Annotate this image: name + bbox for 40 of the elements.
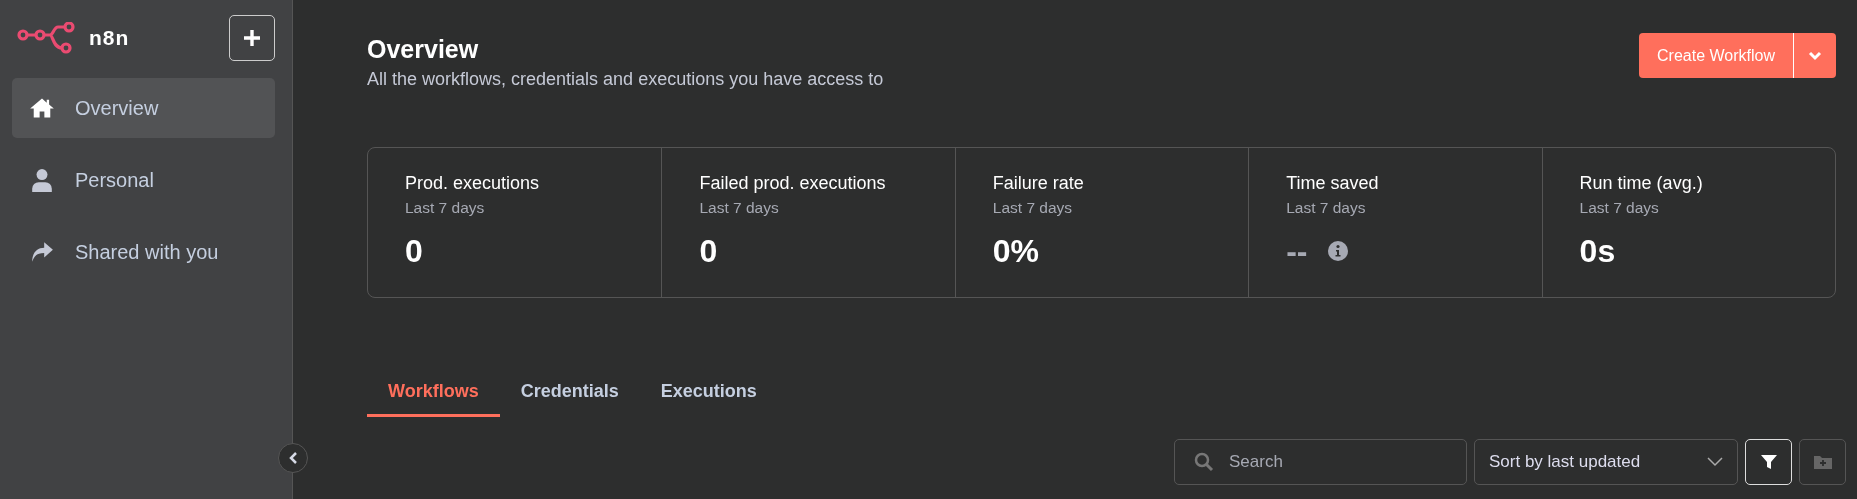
add-button[interactable] xyxy=(229,15,275,61)
stat-title: Failed prod. executions xyxy=(699,172,886,194)
sidebar-item[interactable]: Personal xyxy=(12,150,275,210)
plus-icon xyxy=(242,28,262,48)
tab[interactable]: Executions xyxy=(639,371,778,417)
share-arrow-icon xyxy=(30,241,54,263)
filter-icon xyxy=(1759,453,1778,471)
stat-value: -- xyxy=(1286,233,1308,269)
logo-icon xyxy=(17,22,77,54)
search-field[interactable]: Search xyxy=(1174,439,1467,485)
search-icon xyxy=(1194,452,1214,472)
chevron-left-icon xyxy=(288,451,298,465)
stat-period: Last 7 days xyxy=(1579,199,1659,217)
stat-title: Run time (avg.) xyxy=(1579,172,1703,194)
stat-title: Failure rate xyxy=(992,172,1084,194)
stat-value: 0s xyxy=(1579,233,1616,269)
page-subtitle: All the workflows, credentials and executions you have access to xyxy=(367,69,884,90)
sidebar-item[interactable]: Overview xyxy=(12,78,275,138)
stat-period: Last 7 days xyxy=(699,199,779,217)
stat-period: Last 7 days xyxy=(1286,199,1366,217)
chevron-down-icon xyxy=(1808,50,1822,61)
stat-title: Time saved xyxy=(1286,172,1379,194)
filter-button[interactable] xyxy=(1745,439,1792,485)
home-icon xyxy=(29,97,55,119)
folder-plus-icon xyxy=(1812,454,1833,470)
stat-period: Last 7 days xyxy=(405,199,485,217)
sort-dropdown[interactable]: Sort by last updated xyxy=(1474,439,1738,485)
stat-value: 0% xyxy=(992,233,1040,269)
tab[interactable]: Workflows xyxy=(367,371,500,417)
stat-value: 0 xyxy=(699,233,718,269)
user-icon xyxy=(31,168,53,192)
stat-title: Prod. executions xyxy=(405,172,540,194)
page-title: Overview xyxy=(367,34,480,65)
stat-value: 0 xyxy=(405,233,423,269)
logo-text: n8n xyxy=(89,26,130,50)
collapse-button[interactable] xyxy=(278,443,308,473)
stat-period: Last 7 days xyxy=(992,199,1073,217)
chevron-down-icon xyxy=(1707,457,1723,467)
sidebar-item[interactable]: Shared with you xyxy=(12,222,275,282)
tab[interactable]: Credentials xyxy=(499,371,640,417)
